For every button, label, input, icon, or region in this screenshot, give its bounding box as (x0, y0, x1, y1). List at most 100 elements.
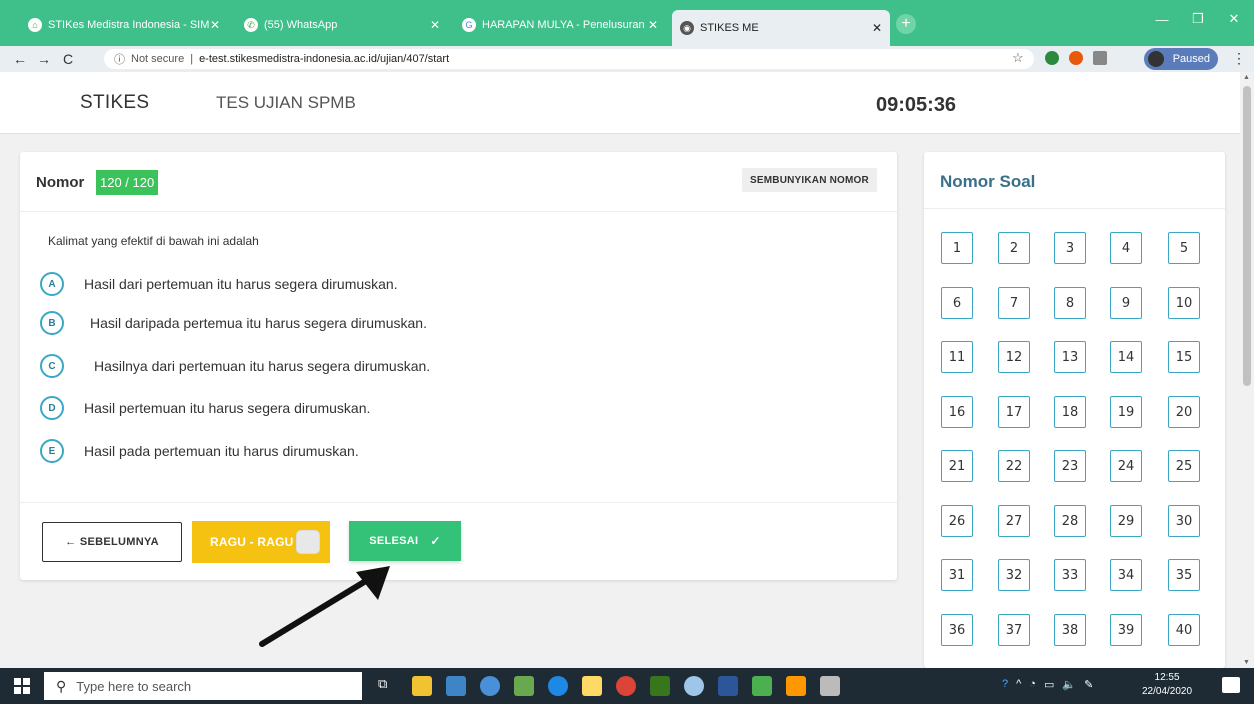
doubtful-button[interactable]: RAGU - RAGU (192, 521, 330, 563)
question-number-button[interactable]: 24 (1110, 450, 1142, 482)
finish-button[interactable]: SELESAI ✓ (349, 521, 461, 561)
network-status-icon[interactable]: ◔ (1029, 678, 1036, 691)
volume-icon[interactable]: 🔈 (1062, 678, 1076, 691)
option-c[interactable]: C Hasilnya dari pertemuan itu harus sege… (40, 354, 430, 378)
battery-icon[interactable]: ▭ (1044, 678, 1054, 691)
option-letter[interactable]: B (40, 311, 64, 335)
menu-kebab-icon[interactable]: ⋮ (1232, 50, 1246, 67)
tab-stikes-sim[interactable]: ⌂ STIKes Medistra Indonesia - SIM ✕ (20, 12, 228, 38)
taskbar-clock[interactable]: 12:55 22/04/2020 (1142, 671, 1192, 699)
question-number-button[interactable]: 7 (998, 287, 1030, 319)
vlc-icon[interactable] (786, 676, 806, 696)
question-number-button[interactable]: 40 (1168, 614, 1200, 646)
question-number-button[interactable]: 31 (941, 559, 973, 591)
close-icon[interactable]: ✕ (430, 18, 440, 32)
question-number-button[interactable]: 8 (1054, 287, 1086, 319)
word-icon[interactable] (718, 676, 738, 696)
question-number-button[interactable]: 39 (1110, 614, 1142, 646)
extension-icon[interactable] (1069, 51, 1083, 65)
option-letter[interactable]: C (40, 354, 64, 378)
scroll-down-icon[interactable]: ▼ (1243, 659, 1250, 666)
windows-start-icon[interactable] (14, 678, 30, 694)
close-icon[interactable]: ✕ (872, 21, 882, 35)
hide-numbers-button[interactable]: SEMBUNYIKAN NOMOR (742, 168, 877, 192)
option-text[interactable]: Hasil pertemuan itu harus segera dirumus… (84, 400, 370, 416)
chrome-icon[interactable] (616, 676, 636, 696)
question-number-button[interactable]: 37 (998, 614, 1030, 646)
question-number-button[interactable]: 19 (1110, 396, 1142, 428)
question-number-button[interactable]: 13 (1054, 341, 1086, 373)
question-number-button[interactable]: 28 (1054, 505, 1086, 537)
option-d[interactable]: D Hasil pertemuan itu harus segera dirum… (40, 396, 370, 420)
app-icon[interactable] (752, 676, 772, 696)
option-text[interactable]: Hasilnya dari pertemuan itu harus segera… (94, 358, 430, 374)
question-number-button[interactable]: 33 (1054, 559, 1086, 591)
question-number-button[interactable]: 35 (1168, 559, 1200, 591)
question-number-button[interactable]: 5 (1168, 232, 1200, 264)
page-scrollbar[interactable]: ▲ ▼ (1240, 72, 1254, 668)
question-number-button[interactable]: 21 (941, 450, 973, 482)
question-number-button[interactable]: 11 (941, 341, 973, 373)
network-icon[interactable] (446, 676, 466, 696)
option-letter[interactable]: A (40, 272, 64, 296)
pen-icon[interactable]: ✎ (1084, 678, 1093, 691)
option-letter[interactable]: D (40, 396, 64, 420)
question-number-button[interactable]: 25 (1168, 450, 1200, 482)
question-number-button[interactable]: 17 (998, 396, 1030, 428)
taskbar-search[interactable]: ⚲ Type here to search (44, 672, 362, 700)
new-tab-button[interactable]: + (896, 14, 916, 34)
option-b[interactable]: B Hasil daripada pertemua itu harus sege… (40, 311, 427, 335)
close-window-button[interactable]: ✕ (1216, 8, 1252, 30)
question-number-button[interactable]: 32 (998, 559, 1030, 591)
app-icon[interactable] (684, 676, 704, 696)
tab-whatsapp[interactable]: ✆ (55) WhatsApp ✕ (236, 12, 448, 38)
task-view-icon[interactable]: ⧉ (378, 676, 398, 696)
question-number-button[interactable]: 15 (1168, 341, 1200, 373)
question-number-button[interactable]: 2 (998, 232, 1030, 264)
question-number-button[interactable]: 9 (1110, 287, 1142, 319)
forward-arrow-icon[interactable]: → (32, 51, 56, 67)
question-number-button[interactable]: 38 (1054, 614, 1086, 646)
brand-logo-text[interactable]: STIKES (80, 92, 149, 114)
question-number-button[interactable]: 29 (1110, 505, 1142, 537)
scroll-up-icon[interactable]: ▲ (1243, 74, 1250, 81)
tab-stikes-me[interactable]: ◉ STIKES ME ✕ (672, 10, 890, 46)
question-number-button[interactable]: 16 (941, 396, 973, 428)
option-text[interactable]: Hasil dari pertemuan itu harus segera di… (84, 276, 398, 292)
bookmark-star-icon[interactable]: ☆ (1012, 50, 1024, 66)
question-number-button[interactable]: 30 (1168, 505, 1200, 537)
question-number-button[interactable]: 1 (941, 232, 973, 264)
question-number-button[interactable]: 14 (1110, 341, 1142, 373)
sticky-notes-icon[interactable] (582, 676, 602, 696)
app-icon[interactable] (820, 676, 840, 696)
option-letter[interactable]: E (40, 439, 64, 463)
question-number-button[interactable]: 6 (941, 287, 973, 319)
file-explorer-icon[interactable] (412, 676, 432, 696)
minimize-button[interactable]: — (1144, 8, 1180, 30)
option-text[interactable]: Hasil pada pertemuan itu harus dirumuska… (84, 443, 359, 459)
tab-google-search[interactable]: G HARAPAN MULYA - Penelusuran ✕ (454, 12, 666, 38)
chevron-up-icon[interactable]: ^ (1016, 678, 1021, 691)
question-number-button[interactable]: 4 (1110, 232, 1142, 264)
media-icon[interactable] (1093, 51, 1107, 65)
question-number-button[interactable]: 22 (998, 450, 1030, 482)
close-icon[interactable]: ✕ (210, 18, 220, 32)
paint-icon[interactable] (514, 676, 534, 696)
question-number-button[interactable]: 34 (1110, 559, 1142, 591)
question-number-button[interactable]: 23 (1054, 450, 1086, 482)
reload-icon[interactable]: C (56, 51, 80, 67)
help-icon[interactable]: ? (1002, 678, 1008, 691)
close-icon[interactable]: ✕ (648, 18, 658, 32)
restore-button[interactable]: ❐ (1180, 8, 1216, 30)
option-a[interactable]: A Hasil dari pertemuan itu harus segera … (40, 272, 398, 296)
info-icon[interactable]: ⓘ (114, 51, 125, 67)
option-text[interactable]: Hasil daripada pertemua itu harus segera… (90, 315, 427, 331)
back-arrow-icon[interactable]: ← (8, 51, 32, 67)
question-number-button[interactable]: 20 (1168, 396, 1200, 428)
question-number-button[interactable]: 26 (941, 505, 973, 537)
question-number-button[interactable]: 10 (1168, 287, 1200, 319)
app-icon[interactable] (480, 676, 500, 696)
question-number-button[interactable]: 12 (998, 341, 1030, 373)
profile-button[interactable]: Paused (1144, 48, 1218, 70)
scrollbar-thumb[interactable] (1243, 86, 1251, 386)
